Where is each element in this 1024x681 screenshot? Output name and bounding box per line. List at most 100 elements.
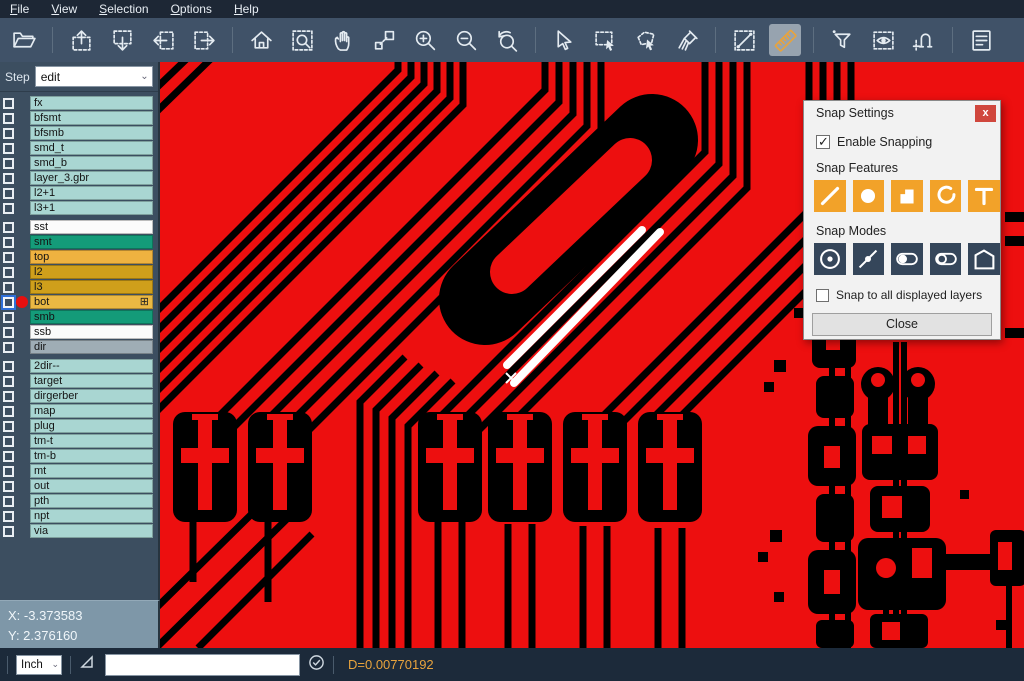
layer-visibility-checkbox[interactable] [3, 158, 14, 169]
pan-down-button[interactable] [106, 24, 138, 56]
layer-name-bar[interactable]: smd_b [30, 156, 153, 170]
select-polygon-button[interactable] [630, 24, 662, 56]
command-input[interactable] [105, 654, 300, 676]
layer-visibility-checkbox[interactable] [3, 128, 14, 139]
layer-name-bar[interactable]: via [30, 524, 153, 538]
layer-name-bar[interactable]: tm-t [30, 434, 153, 448]
layer-visibility-checkbox[interactable] [3, 237, 14, 248]
zoom-in-button[interactable] [409, 24, 441, 56]
snap-button[interactable] [908, 24, 940, 56]
layer-row[interactable]: smt [0, 235, 158, 249]
layer-visibility-checkbox[interactable] [3, 312, 14, 323]
layer-row[interactable]: sst [0, 220, 158, 234]
layer-visibility-checkbox[interactable] [3, 451, 14, 462]
confirm-circle-icon[interactable] [308, 654, 325, 676]
open-file-button[interactable] [8, 24, 40, 56]
snap-feature-text-button[interactable] [968, 180, 1000, 212]
select-cursor-button[interactable] [548, 24, 580, 56]
layer-name-bar[interactable]: layer_3.gbr [30, 171, 153, 185]
layer-row[interactable]: smb [0, 310, 158, 324]
zoom-window-button[interactable] [286, 24, 318, 56]
layer-name-bar[interactable]: out [30, 479, 153, 493]
layer-name-bar[interactable]: smb [30, 310, 153, 324]
snap-mode-slot-outline-button[interactable] [930, 243, 962, 275]
layer-row[interactable]: map [0, 404, 158, 418]
layer-row[interactable]: tm-b [0, 449, 158, 463]
layer-row[interactable]: mt [0, 464, 158, 478]
layer-row[interactable]: l3+1 [0, 201, 158, 215]
layer-name-bar[interactable]: bfsmb [30, 126, 153, 140]
snap-mode-slot-filled-button[interactable] [891, 243, 923, 275]
layer-visibility-checkbox[interactable] [3, 188, 14, 199]
layer-visibility-checkbox[interactable] [3, 267, 14, 278]
layer-row[interactable]: bot⊞ [0, 295, 158, 309]
layer-visibility-checkbox[interactable] [3, 297, 14, 308]
layer-name-bar[interactable]: npt [30, 509, 153, 523]
layer-name-bar[interactable]: smt [30, 235, 153, 249]
snap-feature-pad-button[interactable] [853, 180, 885, 212]
layer-row[interactable]: target [0, 374, 158, 388]
brush-button[interactable] [671, 24, 703, 56]
layer-row[interactable]: layer_3.gbr [0, 171, 158, 185]
layer-visibility-checkbox[interactable] [3, 391, 14, 402]
layer-name-bar[interactable]: l3+1 [30, 201, 153, 215]
layer-row[interactable]: dirgerber [0, 389, 158, 403]
layer-visibility-checkbox[interactable] [3, 421, 14, 432]
layer-visibility-checkbox[interactable] [3, 436, 14, 447]
layer-name-bar[interactable]: l2+1 [30, 186, 153, 200]
snap-mode-center-button[interactable] [814, 243, 846, 275]
layer-visibility-checkbox[interactable] [3, 222, 14, 233]
zoom-out-button[interactable] [450, 24, 482, 56]
layer-name-bar[interactable]: 2dir-- [30, 359, 153, 373]
menu-item-help[interactable]: Help [234, 2, 259, 16]
layer-row[interactable]: dir [0, 340, 158, 354]
layer-visibility-checkbox[interactable] [3, 327, 14, 338]
layer-row[interactable]: ssb [0, 325, 158, 339]
snap-feature-surface-button[interactable] [891, 180, 923, 212]
layer-name-bar[interactable]: map [30, 404, 153, 418]
grid-icon[interactable]: ⊞ [140, 296, 149, 308]
snap-mode-midpoint-button[interactable] [853, 243, 885, 275]
layer-name-bar[interactable]: ssb [30, 325, 153, 339]
pan-right-button[interactable] [188, 24, 220, 56]
zoom-home-button[interactable] [245, 24, 277, 56]
layer-row[interactable]: smd_b [0, 156, 158, 170]
layer-name-bar[interactable]: sst [30, 220, 153, 234]
pan-hand-button[interactable] [327, 24, 359, 56]
unit-select[interactable]: Inch ⌄ [16, 655, 62, 675]
layer-row[interactable]: l3 [0, 280, 158, 294]
filter-button[interactable] [826, 24, 858, 56]
pan-up-button[interactable] [65, 24, 97, 56]
layer-name-bar[interactable]: smd_t [30, 141, 153, 155]
layer-name-bar[interactable]: tm-b [30, 449, 153, 463]
layer-row[interactable]: out [0, 479, 158, 493]
layer-name-bar[interactable]: l2 [30, 265, 153, 279]
layer-row[interactable]: 2dir-- [0, 359, 158, 373]
layer-visibility-checkbox[interactable] [3, 252, 14, 263]
layer-name-bar[interactable]: mt [30, 464, 153, 478]
layer-name-bar[interactable]: bfsmt [30, 111, 153, 125]
layer-visibility-checkbox[interactable] [3, 282, 14, 293]
zoom-previous-button[interactable] [491, 24, 523, 56]
layer-row[interactable]: bfsmt [0, 111, 158, 125]
layer-name-bar[interactable]: top [30, 250, 153, 264]
layer-visibility-checkbox[interactable] [3, 143, 14, 154]
view-options-button[interactable] [867, 24, 899, 56]
layer-name-bar[interactable]: l3 [30, 280, 153, 294]
layer-row[interactable]: pth [0, 494, 158, 508]
layer-row[interactable]: tm-t [0, 434, 158, 448]
layer-visibility-checkbox[interactable] [3, 481, 14, 492]
layer-name-bar[interactable]: target [30, 374, 153, 388]
layer-visibility-checkbox[interactable] [3, 203, 14, 214]
report-button[interactable] [965, 24, 997, 56]
layer-visibility-checkbox[interactable] [3, 376, 14, 387]
layer-row[interactable]: fx [0, 96, 158, 110]
layer-row[interactable]: npt [0, 509, 158, 523]
layer-name-bar[interactable]: dirgerber [30, 389, 153, 403]
menu-item-selection[interactable]: Selection [99, 2, 148, 16]
layer-row[interactable]: l2+1 [0, 186, 158, 200]
zoom-area-button[interactable] [368, 24, 400, 56]
menu-item-options[interactable]: Options [171, 2, 212, 16]
layer-name-bar[interactable]: fx [30, 96, 153, 110]
layer-visibility-checkbox[interactable] [3, 406, 14, 417]
